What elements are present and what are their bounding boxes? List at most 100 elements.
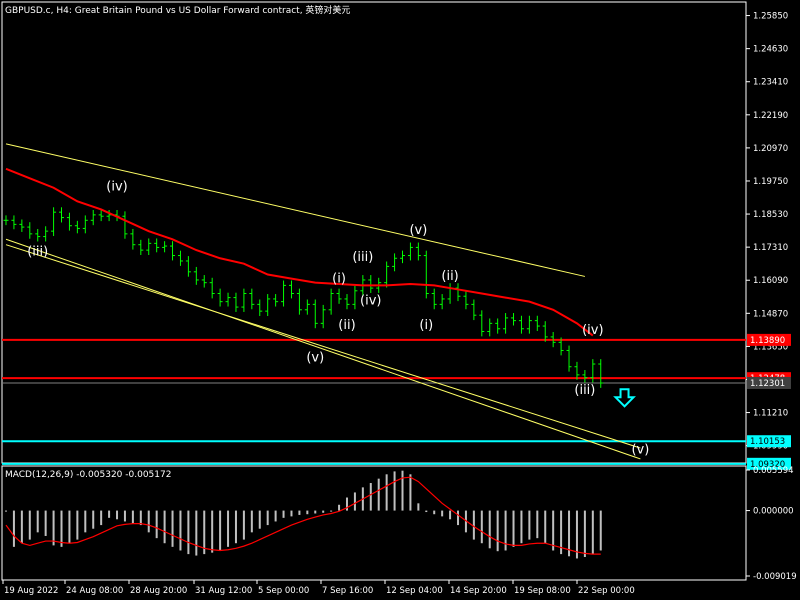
time-tick-label: 19 Sep 08:00 bbox=[514, 586, 571, 596]
time-tick-label: 24 Aug 08:00 bbox=[66, 586, 123, 596]
macd-histogram-bar bbox=[583, 510, 586, 558]
wave-label: (i) bbox=[332, 272, 346, 287]
macd-tick-label: 0.005594 bbox=[753, 466, 794, 476]
macd-histogram-bar bbox=[123, 510, 126, 522]
macd-histogram-bar bbox=[234, 510, 237, 544]
wave-label: (iii) bbox=[574, 383, 595, 398]
macd-histogram-bar bbox=[314, 510, 317, 514]
macd-histogram-bar bbox=[433, 510, 436, 515]
price-tick-label: 1.25850 bbox=[753, 12, 788, 22]
time-tick-label: 12 Sep 04:00 bbox=[386, 586, 443, 596]
macd-histogram-bar bbox=[28, 510, 31, 540]
time-tick-label: 19 Aug 2022 bbox=[4, 586, 58, 596]
macd-tick-label: -0.009019 bbox=[753, 572, 797, 582]
macd-histogram-bar bbox=[5, 510, 7, 512]
time-tick-label: 5 Sep 00:00 bbox=[258, 586, 309, 596]
macd-histogram-bar bbox=[52, 510, 55, 546]
macd-signal-line bbox=[5, 476, 601, 555]
wave-label: (ii) bbox=[441, 269, 458, 284]
macd-histogram-bar bbox=[84, 510, 87, 533]
macd-histogram-bar bbox=[393, 471, 396, 511]
macd-histogram-bar bbox=[409, 474, 412, 511]
main-panel-frame bbox=[1, 1, 747, 464]
macd-histogram-bar bbox=[92, 510, 95, 529]
macd-histogram-bar bbox=[108, 510, 111, 518]
macd-histogram-bar bbox=[131, 510, 134, 524]
macd-histogram-bar bbox=[187, 510, 190, 555]
macd-histogram-bar bbox=[441, 510, 444, 517]
time-tick-label: 7 Sep 16:00 bbox=[322, 586, 373, 596]
macd-histogram-bar bbox=[520, 510, 523, 544]
macd-histogram-bar bbox=[369, 483, 372, 511]
macd-histogram-bar bbox=[401, 470, 404, 511]
down-arrow-icon bbox=[613, 388, 636, 408]
channel-line bbox=[5, 244, 641, 449]
macd-histogram-bar bbox=[68, 510, 71, 544]
macd-histogram-bar bbox=[163, 510, 166, 544]
price-tick-label: 1.19750 bbox=[753, 177, 788, 187]
time-tick-label: 14 Sep 20:00 bbox=[450, 586, 507, 596]
macd-histogram-bar bbox=[227, 510, 230, 547]
price-tick-label: 1.24630 bbox=[753, 45, 788, 55]
macd-histogram-bar bbox=[528, 510, 531, 540]
price-tag-label: 1.13890 bbox=[750, 336, 785, 346]
price-tick-label: 1.20970 bbox=[753, 144, 788, 154]
price-tick-label: 1.17310 bbox=[753, 243, 788, 253]
macd-histogram-bar bbox=[330, 510, 333, 512]
trading-chart[interactable]: 1.25850 1.24630 1.23410 1.22190 1.20970 1.197… bbox=[0, 0, 800, 600]
macd-histogram-bar bbox=[12, 510, 15, 547]
macd-histogram-bar bbox=[496, 510, 499, 552]
time-tick-label: 22 Sep 00:00 bbox=[578, 586, 635, 596]
macd-tick-label: 0.000000 bbox=[753, 507, 794, 517]
macd-histogram-bar bbox=[195, 510, 198, 556]
wave-label: (iv) bbox=[360, 293, 381, 308]
macd-histogram-bar bbox=[457, 510, 460, 526]
macd-histogram-bar bbox=[425, 510, 428, 513]
macd-label: MACD(12,26,9) -0.005320 -0.005172 bbox=[5, 470, 172, 480]
macd-histogram-bar bbox=[417, 503, 420, 511]
wave-label: (iv) bbox=[582, 323, 603, 338]
macd-histogram-bar bbox=[76, 510, 79, 540]
price-tag-label: 1.12301 bbox=[750, 379, 785, 389]
macd-histogram-bar bbox=[353, 492, 356, 511]
macd-histogram-bar bbox=[60, 510, 63, 547]
price-tick-label: 1.16090 bbox=[753, 276, 788, 286]
macd-histogram-bar bbox=[377, 478, 380, 511]
macd-histogram-bar bbox=[155, 510, 158, 539]
macd-histogram-bar bbox=[242, 510, 245, 540]
macd-histogram-bar bbox=[171, 510, 174, 547]
channel-line bbox=[5, 238, 641, 460]
macd-histogram-bar bbox=[274, 510, 277, 522]
macd-histogram-bar bbox=[290, 510, 293, 517]
macd-histogram-bar bbox=[282, 510, 285, 518]
macd-histogram-bar bbox=[449, 510, 452, 520]
macd-histogram-bar bbox=[591, 510, 594, 555]
price-tick-label: 1.22190 bbox=[753, 111, 788, 121]
macd-histogram-bar bbox=[100, 510, 103, 526]
macd-histogram-bar bbox=[266, 510, 269, 526]
macd-histogram-bar bbox=[116, 510, 119, 520]
macd-histogram-bar bbox=[147, 510, 150, 533]
price-tick-label: 1.23410 bbox=[753, 78, 788, 88]
macd-histogram-bar bbox=[211, 510, 214, 553]
macd-histogram-bar bbox=[480, 510, 483, 544]
macd-histogram-bar bbox=[544, 510, 547, 544]
macd-histogram-bar bbox=[36, 510, 39, 533]
wave-label: (iv) bbox=[106, 179, 127, 194]
price-tick-label: 1.11210 bbox=[753, 409, 788, 419]
macd-histogram-bar bbox=[472, 510, 475, 540]
macd-histogram-bar bbox=[258, 510, 261, 529]
price-tick-label: 1.18530 bbox=[753, 210, 788, 220]
macd-histogram-bar bbox=[488, 510, 491, 549]
macd-histogram-bar bbox=[298, 510, 301, 515]
wave-label: (iii) bbox=[27, 245, 48, 260]
chart-canvas[interactable]: 1.25850 1.24630 1.23410 1.22190 1.20970 1.197… bbox=[0, 0, 800, 600]
price-tick-label: 1.14870 bbox=[753, 309, 788, 319]
macd-histogram-bar bbox=[219, 510, 222, 551]
wave-label: (v) bbox=[631, 443, 649, 458]
chart-title: GBPUSD.c, H4: Great Britain Pound vs US … bbox=[5, 6, 351, 16]
macd-histogram-bar bbox=[536, 510, 539, 539]
macd-histogram-bar bbox=[139, 510, 142, 526]
wave-label: (v) bbox=[409, 223, 427, 238]
time-tick-label: 28 Aug 20:00 bbox=[130, 586, 187, 596]
